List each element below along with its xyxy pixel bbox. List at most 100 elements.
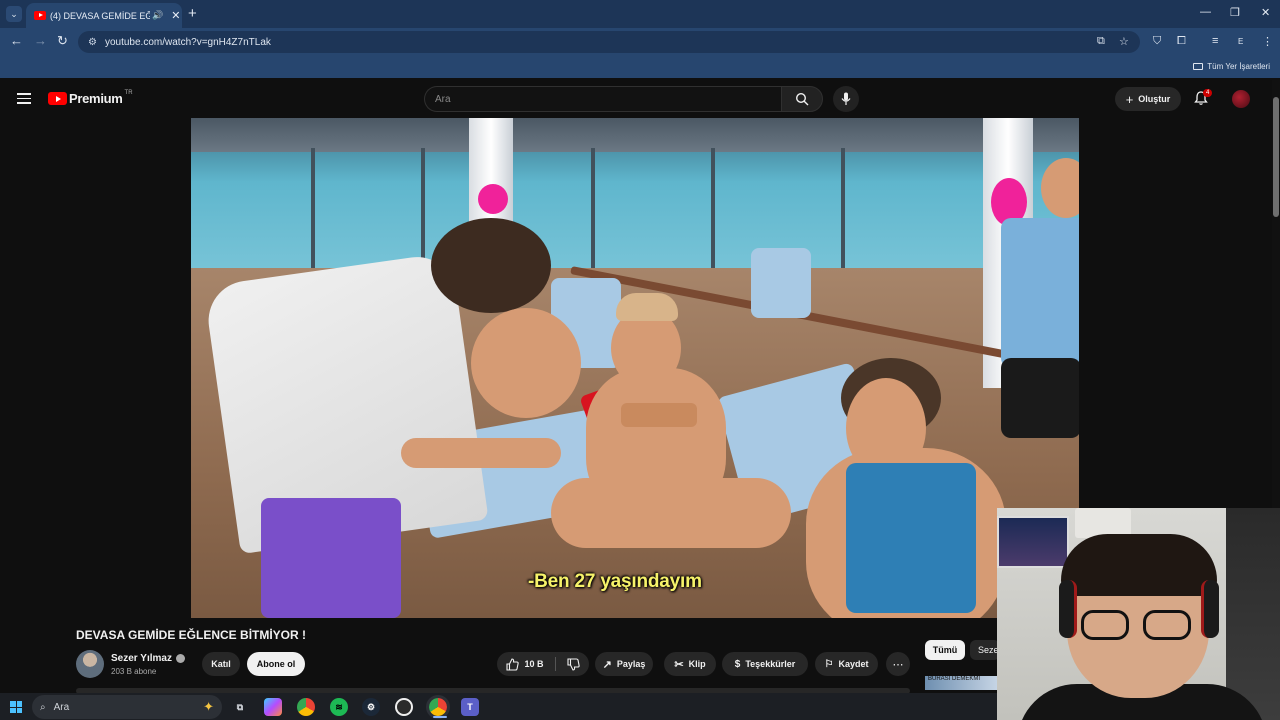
steam-app-icon[interactable]: ⚙: [362, 698, 380, 716]
logo-wordmark: Premium: [69, 91, 123, 106]
browser-tab-active[interactable]: (4) DEVASA GEMİDE EĞLEN 🔊 ✕: [26, 3, 182, 28]
like-dislike-group: 10 B: [497, 652, 589, 676]
video-scene-roof: [191, 118, 1079, 152]
copilot-app-icon[interactable]: [264, 698, 282, 716]
tab-search-button[interactable]: ⌄: [6, 6, 22, 22]
share-label: Paylaş: [616, 659, 646, 669]
video-person-arm: [401, 438, 561, 468]
verified-check-icon: [175, 654, 185, 663]
video-scene-beam: [711, 148, 715, 278]
video-person-swimsuit: [846, 463, 976, 613]
like-divider: [554, 657, 556, 671]
search-icon: [795, 92, 809, 106]
thanks-button[interactable]: $ Teşekkürler: [722, 652, 808, 676]
taskbar-search[interactable]: ⌕ Ara ✦: [32, 695, 222, 719]
super-thanks-icon: $: [734, 658, 741, 670]
save-button[interactable]: ⚐ Kaydet: [815, 652, 878, 676]
forward-button[interactable]: →: [34, 33, 47, 48]
video-person-oldman-shorts: [1001, 358, 1079, 438]
channel-name[interactable]: Sezer Yılmaz: [111, 653, 172, 664]
extensions-puzzle-icon[interactable]: ⧠: [1177, 35, 1186, 48]
address-bar[interactable]: ⚙ youtube.com/watch?v=gnH4Z7nTLak: [78, 31, 1140, 53]
channel-avatar[interactable]: [76, 650, 104, 678]
channel-name-row[interactable]: Sezer Yılmaz: [111, 653, 185, 664]
site-info-icon[interactable]: ⚙: [88, 37, 97, 48]
guide-menu-icon[interactable]: [17, 93, 31, 104]
headphones-right: [1201, 580, 1219, 638]
scissors-icon: ✂: [674, 658, 684, 671]
copilot-highlight-icon: ✦: [203, 699, 214, 714]
video-scene-beam: [841, 148, 845, 278]
video-scene-lounger: [751, 248, 811, 318]
search-button[interactable]: [781, 86, 823, 112]
video-title: DEVASA GEMİDE EĞLENCE BİTMİYOR !: [76, 628, 307, 642]
profile-avatar[interactable]: E: [1238, 37, 1243, 46]
join-button[interactable]: Katıl: [202, 652, 240, 676]
all-bookmarks-label: Tüm Yer İşaretleri: [1207, 62, 1270, 71]
chip-channel[interactable]: Seze: [970, 640, 1000, 660]
video-person-bikini: [621, 403, 697, 427]
bookmark-star-icon[interactable]: ☆: [1119, 35, 1129, 48]
background-window: [1226, 508, 1280, 720]
like-count[interactable]: 10 B: [524, 659, 543, 669]
youtube-favicon-icon: [34, 11, 46, 20]
windows-start-icon[interactable]: [10, 701, 22, 713]
restore-window-button[interactable]: ❐: [1230, 6, 1240, 19]
video-person-man: [471, 308, 581, 418]
video-scene-beam: [311, 148, 315, 278]
video-person-shorts: [261, 498, 401, 618]
logo-region: TR: [124, 89, 133, 96]
video-scene-logo: [478, 184, 508, 214]
chrome-profile-app-icon[interactable]: [426, 695, 450, 719]
teams-app-icon[interactable]: T: [461, 698, 479, 716]
media-controls-icon[interactable]: ≡: [1212, 35, 1218, 47]
thumbs-up-icon[interactable]: [506, 657, 520, 671]
webcam-overlay: [997, 508, 1280, 720]
search-input[interactable]: Ara: [424, 86, 781, 112]
bookmarks-bar: [0, 56, 1280, 78]
minimize-window-button[interactable]: —: [1200, 6, 1211, 18]
browser-menu-icon[interactable]: ⋮: [1262, 35, 1273, 48]
thumbs-down-icon[interactable]: [566, 657, 580, 671]
clip-label: Klip: [688, 659, 706, 669]
shield-extension-icon[interactable]: ⛉: [1153, 35, 1161, 48]
scrollbar-thumb[interactable]: [1273, 97, 1279, 217]
headphones-left: [1059, 580, 1077, 638]
search-icon: ⌕: [40, 701, 46, 713]
chip-all[interactable]: Tümü: [925, 640, 965, 660]
subscriber-count: 203 B abone: [111, 667, 157, 676]
task-view-icon[interactable]: ⧉: [231, 698, 249, 716]
close-tab-icon[interactable]: ✕: [171, 9, 180, 22]
tab-title: (4) DEVASA GEMİDE EĞLEN: [50, 10, 150, 21]
voice-search-button[interactable]: [833, 86, 859, 112]
active-app-indicator: [433, 716, 447, 718]
video-person-oldman-shirt: [1001, 218, 1079, 368]
streamer-glasses: [1081, 610, 1197, 642]
chrome-app-icon[interactable]: [297, 698, 315, 716]
back-button[interactable]: ←: [10, 33, 23, 48]
bookmark-icon: ⚐: [824, 658, 834, 670]
video-person-legs: [551, 478, 791, 548]
save-label: Kaydet: [838, 659, 869, 669]
reload-button[interactable]: ↻: [57, 33, 68, 49]
recommended-video-thumbnail[interactable]: BURASI DEMEKMİ: [925, 676, 999, 690]
share-icon: ↗: [602, 658, 612, 671]
audio-playing-icon[interactable]: 🔊: [152, 10, 163, 21]
obs-app-icon[interactable]: [395, 698, 413, 716]
create-button[interactable]: + Oluştur: [1115, 87, 1181, 111]
close-window-button[interactable]: ✕: [1261, 6, 1270, 19]
share-button[interactable]: ↗ Paylaş: [595, 652, 653, 676]
more-actions-button[interactable]: ⋯: [886, 652, 910, 676]
video-person-hair: [431, 218, 551, 313]
all-bookmarks-button[interactable]: Tüm Yer İşaretleri: [1193, 62, 1270, 71]
youtube-premium-logo[interactable]: Premium TR: [48, 89, 133, 106]
clip-button[interactable]: ✂ Klip: [664, 652, 716, 676]
install-app-icon[interactable]: ⧉: [1097, 35, 1105, 48]
account-avatar[interactable]: [1232, 90, 1250, 108]
create-label: Oluştur: [1138, 94, 1171, 104]
new-tab-button[interactable]: +: [188, 5, 197, 22]
plus-icon: +: [1125, 91, 1134, 107]
spotify-app-icon[interactable]: ≋: [330, 698, 348, 716]
video-player[interactable]: [191, 118, 1079, 618]
subscribe-button[interactable]: Abone ol: [247, 652, 305, 676]
